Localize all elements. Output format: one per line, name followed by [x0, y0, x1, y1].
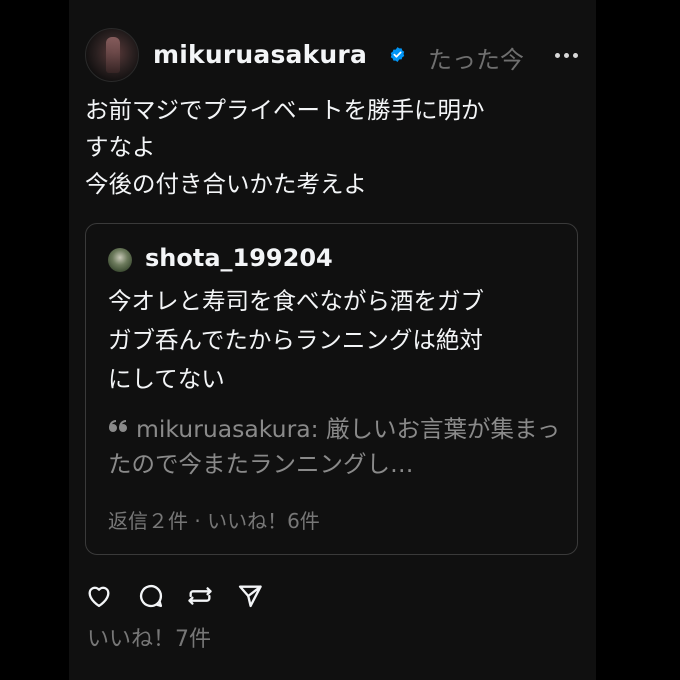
quoted-username[interactable]: shota_199204	[145, 244, 333, 272]
nested-quote[interactable]: mikuruasakura: 厳しいお言葉が集まったので今またランニングし…	[108, 412, 568, 482]
post-header: mikuruasakura たった今	[85, 28, 580, 84]
post-username[interactable]: mikuruasakura	[153, 40, 367, 69]
avatar-figure	[106, 37, 120, 73]
post-text: お前マジでプライベートを勝手に明か すなよ 今後の付き合いかた考えよ	[85, 96, 485, 198]
verified-badge-icon	[390, 47, 405, 62]
quoted-avatar[interactable]	[108, 248, 132, 272]
threads-post: mikuruasakura たった今 お前マジでプライベートを勝手に明か すなよ…	[69, 0, 596, 680]
more-horizontal-icon[interactable]	[555, 53, 579, 59]
heart-icon[interactable]	[85, 582, 113, 610]
post-timestamp: たった今	[428, 46, 524, 74]
repost-icon[interactable]	[186, 582, 214, 610]
action-bar	[85, 580, 285, 612]
nested-quote-text: mikuruasakura: 厳しいお言葉が集まったので今またランニングし…	[108, 415, 561, 478]
quote-mark-icon	[109, 420, 127, 432]
comment-icon[interactable]	[137, 582, 165, 610]
quoted-post-text: 今オレと寿司を食べながら酒をガブ ガブ呑んでたからランニングは絶対 にしてない	[108, 287, 484, 393]
quoted-post-stats[interactable]: 返信２件 · いいね！6件	[108, 505, 320, 534]
likes-count[interactable]: いいね！7件	[87, 621, 211, 653]
quoted-post-card[interactable]: shota_199204 今オレと寿司を食べながら酒をガブ ガブ呑んでたからラン…	[85, 223, 578, 555]
send-icon[interactable]	[236, 582, 264, 610]
avatar[interactable]	[85, 28, 139, 82]
